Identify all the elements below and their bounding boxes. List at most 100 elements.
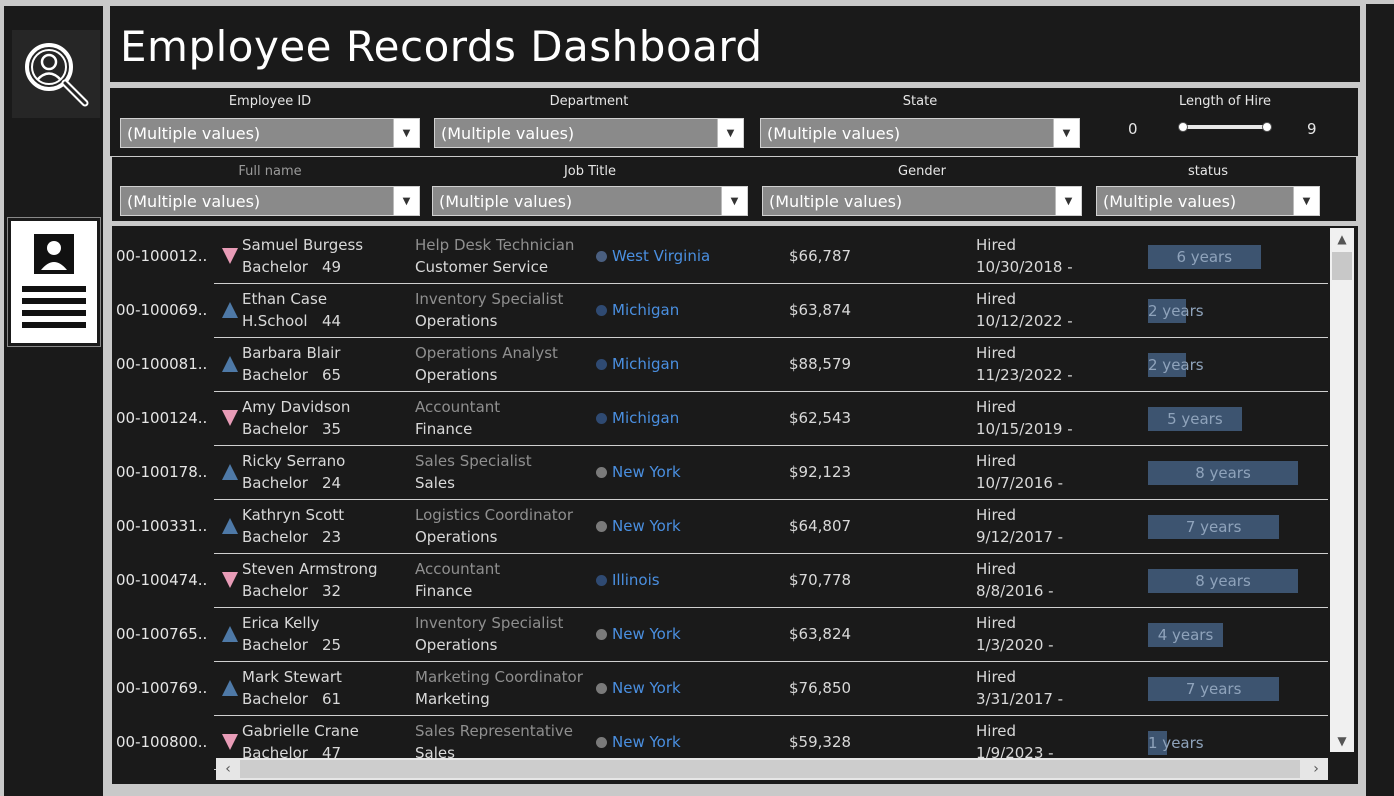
age: 25 xyxy=(322,636,342,654)
male-marker-icon xyxy=(222,302,238,318)
vertical-scroll-thumb[interactable] xyxy=(1332,252,1352,280)
table-row[interactable]: Kathryn Scott Bachelor 23 Logistics Coordin… xyxy=(214,500,1328,554)
job-title: Logistics Coordinator xyxy=(415,506,573,524)
employee-id-cell[interactable]: 00-100069.. xyxy=(116,301,207,319)
employee-id-cell[interactable]: 00-100178.. xyxy=(116,463,207,481)
chevron-down-icon[interactable]: ▼ xyxy=(1053,119,1079,147)
horizontal-scroll-thumb[interactable] xyxy=(240,760,1300,778)
education: Bachelor xyxy=(242,258,308,276)
age: 44 xyxy=(322,312,342,330)
state-link[interactable]: New York xyxy=(612,625,681,643)
table-row[interactable]: Ricky Serrano Bachelor 24 Sales Specialist S… xyxy=(214,446,1328,500)
employee-id-cell[interactable]: 00-100081.. xyxy=(116,355,207,373)
female-marker-icon xyxy=(222,248,238,264)
employee-id-cell[interactable]: 00-100769.. xyxy=(116,679,207,697)
salary: $88,579 xyxy=(789,355,852,373)
job-title: Marketing Coordinator xyxy=(415,668,583,686)
table-row[interactable]: Erica Kelly Bachelor 25 Inventory Specialis… xyxy=(214,608,1328,662)
male-marker-icon xyxy=(222,356,238,372)
employee-id-cell[interactable]: 00-100765.. xyxy=(116,625,207,643)
salary: $66,787 xyxy=(789,247,852,265)
state-link[interactable]: Michigan xyxy=(612,409,679,427)
chevron-down-icon[interactable]: ▼ xyxy=(1055,187,1081,215)
slider-max-handle[interactable] xyxy=(1262,122,1272,132)
table-row[interactable]: Ethan Case H.School 44 Inventory Specialist… xyxy=(214,284,1328,338)
chevron-left-icon[interactable]: ‹ xyxy=(216,758,240,780)
department: Finance xyxy=(415,420,473,438)
chevron-down-icon[interactable]: ▼ xyxy=(721,187,747,215)
status: Hired xyxy=(976,290,1017,308)
hire-date: 10/30/2018 - xyxy=(976,258,1073,276)
department-value: (Multiple values) xyxy=(441,124,575,143)
job-title-value: (Multiple values) xyxy=(439,192,573,211)
employee-id-value: (Multiple values) xyxy=(127,124,261,143)
length-of-hire-slider[interactable] xyxy=(1182,125,1268,129)
department: Customer Service xyxy=(415,258,549,276)
table-row[interactable]: Barbara Blair Bachelor 65 Operations Analys… xyxy=(214,338,1328,392)
chevron-down-icon[interactable]: ▼ xyxy=(1293,187,1319,215)
hire-date: 9/12/2017 - xyxy=(976,528,1064,546)
employee-search-icon[interactable] xyxy=(12,30,100,118)
state-link[interactable]: New York xyxy=(612,517,681,535)
status-select[interactable]: (Multiple values) ▼ xyxy=(1096,186,1320,216)
full-name: Steven Armstrong xyxy=(242,560,378,578)
state-link[interactable]: West Virginia xyxy=(612,247,710,265)
state-dot-icon xyxy=(596,683,607,694)
employee-id-cell[interactable]: 00-100012.. xyxy=(116,247,207,265)
state-link[interactable]: New York xyxy=(612,463,681,481)
table-row[interactable]: Samuel Burgess Bachelor 49 Help Desk Techni… xyxy=(214,230,1328,284)
chevron-up-icon[interactable]: ▲ xyxy=(1330,228,1354,250)
state-select[interactable]: (Multiple values) ▼ xyxy=(760,118,1080,148)
table-row[interactable]: Steven Armstrong Bachelor 32 Accountant Fina… xyxy=(214,554,1328,608)
dashboard-frame: Employee Records Dashboard Employee ID (… xyxy=(0,0,1394,796)
job-title-select[interactable]: (Multiple values) ▼ xyxy=(432,186,748,216)
education: Bachelor xyxy=(242,474,308,492)
employee-id-cell[interactable]: 00-100800.. xyxy=(116,733,207,751)
education: Bachelor xyxy=(242,582,308,600)
state-link[interactable]: New York xyxy=(612,733,681,751)
chevron-down-icon[interactable]: ▼ xyxy=(393,187,419,215)
job-title: Sales Representative xyxy=(415,722,574,740)
status: Hired xyxy=(976,506,1017,524)
salary: $70,778 xyxy=(789,571,852,589)
full-name: Ricky Serrano xyxy=(242,452,346,470)
employee-card-icon[interactable] xyxy=(7,217,101,347)
full-name-select[interactable]: (Multiple values) ▼ xyxy=(120,186,420,216)
employee-id-select[interactable]: (Multiple values) ▼ xyxy=(120,118,420,148)
status: Hired xyxy=(976,236,1017,254)
age: 35 xyxy=(322,420,342,438)
gender-select[interactable]: (Multiple values) ▼ xyxy=(762,186,1082,216)
salary: $63,824 xyxy=(789,625,852,643)
male-marker-icon xyxy=(222,626,238,642)
state-value: (Multiple values) xyxy=(767,124,901,143)
table-row[interactable]: Mark Stewart Bachelor 61 Marketing Coordina… xyxy=(214,662,1328,716)
length-of-hire-label: Length of Hire xyxy=(1178,94,1272,109)
employee-id-cell[interactable]: 00-100124.. xyxy=(116,409,207,427)
chevron-down-icon[interactable]: ▼ xyxy=(1330,730,1354,752)
tenure-bar: 2 years xyxy=(1148,299,1204,323)
status-value: (Multiple values) xyxy=(1103,192,1237,211)
slider-min-handle[interactable] xyxy=(1178,122,1188,132)
state-link[interactable]: Illinois xyxy=(612,571,660,589)
table-row[interactable]: Amy Davidson Bachelor 35 Accountant Finance M… xyxy=(214,392,1328,446)
status: Hired xyxy=(976,668,1017,686)
state-link[interactable]: New York xyxy=(612,679,681,697)
education: H.School xyxy=(242,312,308,330)
employee-id-cell[interactable]: 00-100474.. xyxy=(116,571,207,589)
full-name: Samuel Burgess xyxy=(242,236,364,254)
state-link[interactable]: Michigan xyxy=(612,355,679,373)
female-marker-icon xyxy=(222,410,238,426)
chevron-right-icon[interactable]: › xyxy=(1304,758,1328,780)
status: Hired xyxy=(976,614,1017,632)
hire-date: 11/23/2022 - xyxy=(976,366,1073,384)
chevron-down-icon[interactable]: ▼ xyxy=(717,119,743,147)
tenure-bar: 2 years xyxy=(1148,353,1204,377)
vertical-scrollbar[interactable]: ▲ ▼ xyxy=(1330,228,1354,752)
department-select[interactable]: (Multiple values) ▼ xyxy=(434,118,744,148)
chevron-down-icon[interactable]: ▼ xyxy=(393,119,419,147)
filter-row-1: Employee ID (Multiple values) ▼ Departme… xyxy=(110,88,1358,156)
age: 32 xyxy=(322,582,342,600)
horizontal-scrollbar[interactable]: ‹ › xyxy=(216,758,1328,780)
state-link[interactable]: Michigan xyxy=(612,301,679,319)
employee-id-cell[interactable]: 00-100331.. xyxy=(116,517,207,535)
